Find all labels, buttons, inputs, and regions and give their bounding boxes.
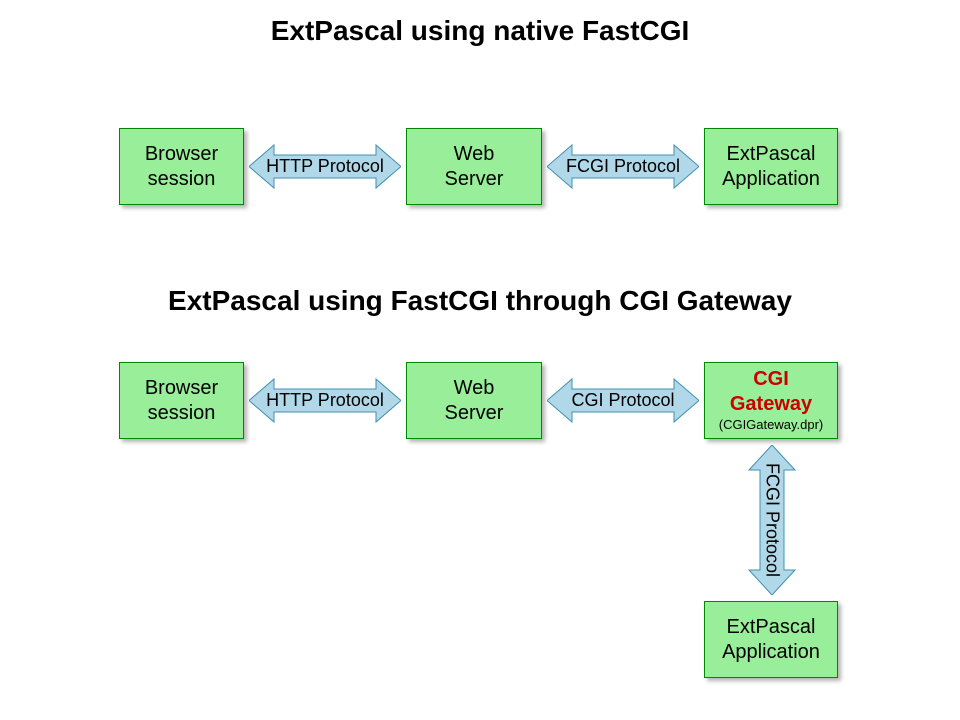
label: Web: [454, 142, 495, 167]
label-sub: (CGIGateway.dpr): [719, 417, 824, 433]
box-browser-session-1: Browser session: [119, 128, 244, 205]
arrow-http-1: HTTP Protocol: [249, 140, 401, 193]
label: Application: [722, 640, 820, 665]
label: Browser: [145, 376, 218, 401]
arrow-label: FCGI Protocol: [762, 463, 783, 577]
diagram-title-2: ExtPascal using FastCGI through CGI Gate…: [0, 285, 960, 317]
box-extpascal-app-1: ExtPascal Application: [704, 128, 838, 205]
box-web-server-2: Web Server: [406, 362, 542, 439]
box-web-server-1: Web Server: [406, 128, 542, 205]
arrow-label: FCGI Protocol: [566, 156, 680, 177]
arrow-fcgi-vertical: FCGI Protocol: [744, 445, 800, 595]
label: session: [148, 401, 216, 426]
box-extpascal-app-2: ExtPascal Application: [704, 601, 838, 678]
label: Application: [722, 167, 820, 192]
box-cgi-gateway: CGI Gateway (CGIGateway.dpr): [704, 362, 838, 439]
arrow-http-2: HTTP Protocol: [249, 374, 401, 427]
label: ExtPascal: [727, 615, 816, 640]
label: Server: [445, 167, 504, 192]
label-highlight: Gateway: [730, 392, 812, 417]
label-highlight: CGI: [753, 367, 789, 392]
diagram-title-1: ExtPascal using native FastCGI: [0, 15, 960, 47]
arrow-label: CGI Protocol: [571, 390, 674, 411]
label: session: [148, 167, 216, 192]
label: Browser: [145, 142, 218, 167]
label: Server: [445, 401, 504, 426]
arrow-label: HTTP Protocol: [266, 390, 384, 411]
arrow-label: HTTP Protocol: [266, 156, 384, 177]
arrow-cgi: CGI Protocol: [547, 374, 699, 427]
arrow-fcgi-1: FCGI Protocol: [547, 140, 699, 193]
label: ExtPascal: [727, 142, 816, 167]
box-browser-session-2: Browser session: [119, 362, 244, 439]
label: Web: [454, 376, 495, 401]
